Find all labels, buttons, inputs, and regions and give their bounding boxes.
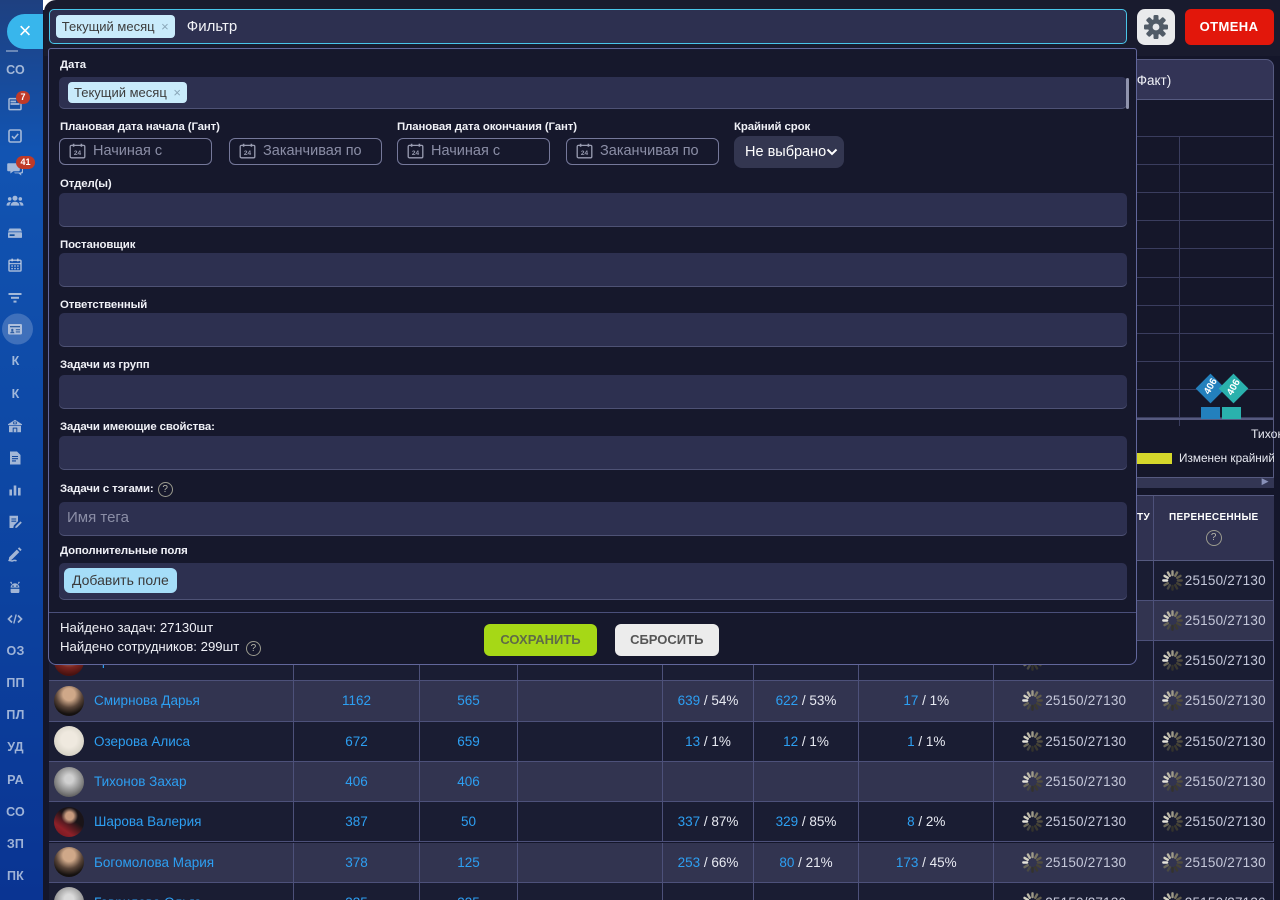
svg-text:24: 24 [244,150,252,157]
svg-text:24: 24 [581,150,589,157]
svg-text:24: 24 [74,150,82,157]
svg-text:24: 24 [412,150,420,157]
